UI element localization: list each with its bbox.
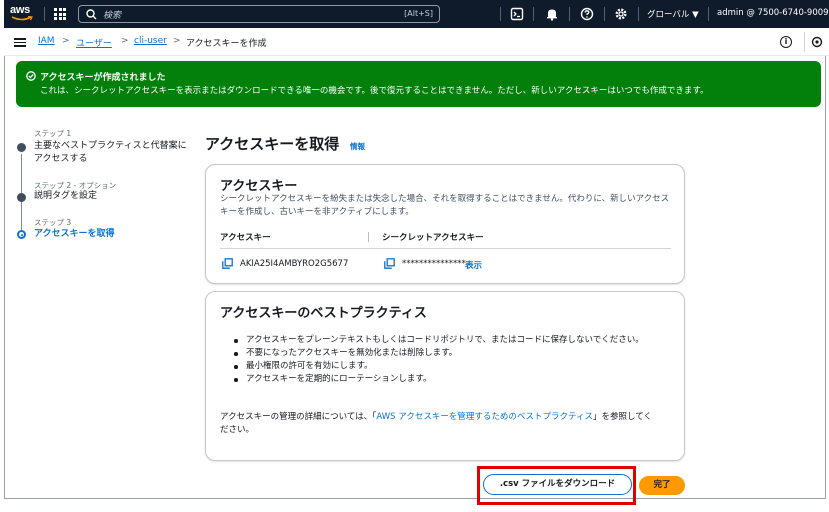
access-key-container: アクセスキー シークレットアクセスキーを紛失または失念した場合、それを取得するこ… [205, 164, 685, 284]
column-header-secret-key: シークレットアクセスキー [382, 233, 484, 243]
breadcrumb-separator: > [173, 36, 181, 46]
breadcrumb-cli-user[interactable]: cli-user [134, 36, 167, 46]
copy-secret-key-icon[interactable] [384, 258, 395, 269]
list-item: 不要になったアクセスキーを無効化または削除します。 [234, 347, 676, 360]
gear-icon[interactable] [614, 7, 628, 21]
flash-title: アクセスキーが作成されました [40, 73, 166, 83]
services-grid-icon[interactable] [54, 8, 66, 20]
step-1-number: ステップ 1 [34, 129, 72, 138]
aws-smile-icon [11, 16, 33, 21]
breadcrumb-bar: IAM > ユーザー > cli-user > アクセスキーを作成 i [4, 28, 829, 56]
step-3-label: アクセスキーを取得 [34, 229, 115, 239]
best-practices-link[interactable]: AWS アクセスキーを管理するためのベストプラクティス [376, 412, 593, 422]
success-flashbar: アクセスキーが作成されました これは、シークレットアクセスキーを表示またはダウン… [16, 61, 821, 107]
search-input[interactable]: 検索 [Alt+S] [78, 5, 440, 23]
step-2-label[interactable]: 説明タグを設定 [34, 190, 189, 203]
aws-logo-text: aws [10, 4, 30, 16]
search-icon [86, 9, 97, 20]
settings-icon[interactable] [811, 36, 823, 48]
step-connector [21, 200, 22, 230]
list-item: アクセスキーを定期的にローテーションします。 [234, 373, 676, 386]
success-check-icon [26, 71, 36, 81]
divider [500, 7, 501, 21]
breadcrumb-current: アクセスキーを作成 [186, 39, 267, 49]
column-divider [368, 232, 369, 242]
frame-border [4, 498, 826, 499]
list-item: 最小権限の許可を有効にします。 [234, 360, 676, 373]
breadcrumb-users[interactable]: ユーザー [76, 36, 112, 49]
step-2-indicator [17, 193, 26, 202]
breadcrumb-iam[interactable]: IAM [38, 36, 55, 46]
access-key-value: AKIA25I4AMBYRO2G5677 [240, 259, 349, 269]
best-practices-list: アクセスキーをプレーンテキストもしくはコードリポジトリで、またはコードに保存しな… [234, 334, 676, 386]
flash-message: これは、シークレットアクセスキーを表示またはダウンロードできる唯一の機会です。後… [40, 86, 709, 96]
step-1-label[interactable]: 主要なベストプラクティスと代替案にアクセスする [34, 140, 189, 166]
divider [804, 32, 805, 52]
divider [708, 7, 709, 21]
copy-access-key-icon[interactable] [222, 258, 233, 269]
step-1-indicator [17, 143, 26, 152]
breadcrumb-separator: > [121, 36, 129, 46]
step-connector [21, 154, 22, 194]
page-title: アクセスキーを取得 [205, 135, 340, 153]
best-practices-heading: アクセスキーのベストプラクティス [220, 306, 427, 321]
column-header-access-key: アクセスキー [220, 233, 271, 243]
help-icon[interactable] [580, 7, 594, 21]
frame-border [825, 56, 826, 499]
done-button[interactable]: 完了 [639, 476, 685, 495]
step-3-indicator [17, 230, 26, 239]
aws-logo[interactable]: aws [10, 4, 34, 24]
access-key-heading: アクセスキー [220, 179, 298, 194]
access-key-description: シークレットアクセスキーを紛失または失念した場合、それを取得することはできません… [220, 194, 670, 217]
list-item: アクセスキーをプレーンテキストもしくはコードリポジトリで、またはコードに保存しな… [234, 334, 676, 347]
show-secret-key-link[interactable]: 表示 [465, 259, 482, 271]
divider [604, 7, 605, 21]
search-shortcut: [Alt+S] [404, 9, 433, 18]
divider [44, 7, 45, 21]
region-selector[interactable]: グローバル ▼ [647, 8, 699, 20]
best-practices-footer: アクセスキーの管理の詳細については、「AWS アクセスキーを管理するためのベスト… [220, 411, 660, 437]
footer-prefix: アクセスキーの管理の詳細については、「 [220, 412, 377, 422]
download-csv-button[interactable]: .csv ファイルをダウンロード [483, 474, 632, 495]
secret-key-masked: *************** [402, 259, 466, 269]
info-panel-icon[interactable]: i [780, 36, 792, 48]
terminal-icon[interactable] [510, 7, 524, 21]
step-3-number: ステップ 3 [34, 218, 72, 227]
divider [569, 7, 570, 21]
frame-border [4, 56, 5, 499]
best-practices-container: アクセスキーのベストプラクティス アクセスキーをプレーンテキストもしくはコードリ… [205, 291, 685, 461]
breadcrumb-separator: > [62, 36, 70, 46]
divider [638, 7, 639, 21]
table-divider [220, 248, 671, 249]
account-menu[interactable]: admin @ 7500-6740-9009 ▼ [717, 8, 829, 18]
bell-icon[interactable] [545, 7, 559, 21]
hamburger-menu-icon[interactable] [14, 38, 26, 47]
top-navigation-bar: aws 検索 [Alt+S] グローバル ▼ admin @ 7500-6740… [4, 0, 829, 28]
divider [533, 7, 534, 21]
info-link[interactable]: 情報 [350, 141, 365, 152]
search-placeholder: 検索 [103, 11, 122, 21]
